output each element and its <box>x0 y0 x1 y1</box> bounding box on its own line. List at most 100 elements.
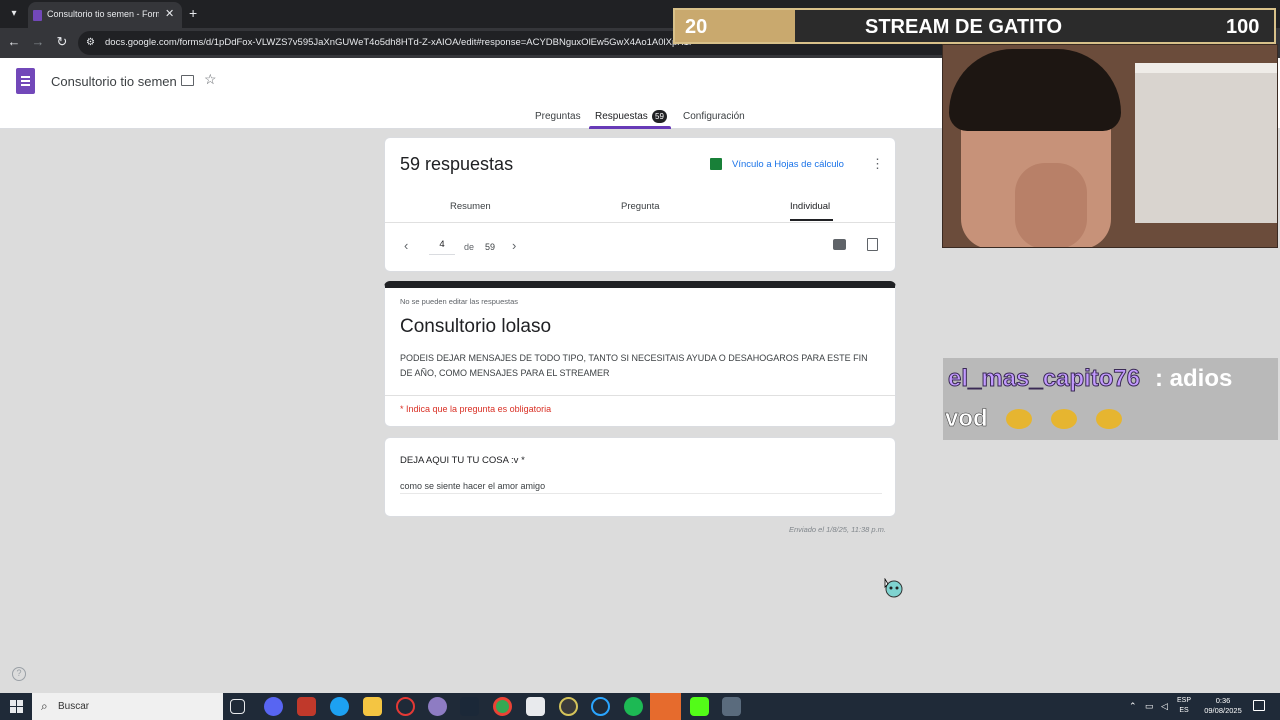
back-arrow-icon[interactable]: ← <box>6 34 22 50</box>
app-icon[interactable] <box>297 697 316 716</box>
language-code: ESP <box>1177 697 1192 704</box>
windows-logo-square <box>17 700 23 706</box>
question-label: DEJA AQUI TU TU COSA :v * <box>400 455 525 466</box>
calculator-icon[interactable] <box>722 697 741 716</box>
logo-line <box>21 84 30 86</box>
taskbar-search-box[interactable]: ⌕ Buscar <box>32 693 223 720</box>
streamer-hand <box>1015 163 1087 247</box>
responses-count-title: 59 respuestas <box>400 154 514 174</box>
tab-search-chevron-icon[interactable]: ▾ <box>6 6 22 22</box>
webcam-background-figures <box>1135 73 1277 223</box>
delete-trash-icon[interactable] <box>867 238 878 251</box>
search-placeholder: Buscar <box>58 701 90 712</box>
chat-message-text: vod <box>945 405 988 433</box>
active-app-icon[interactable] <box>650 693 681 720</box>
response-number-input[interactable]: 4 <box>429 239 455 255</box>
file-explorer-icon[interactable] <box>363 697 382 716</box>
required-note: * Indica que la pregunta es obligatoria <box>400 404 552 414</box>
form-description: PODEIS DEJAR MENSAJES DE TODO TIPO, TANT… <box>400 353 868 378</box>
browser-tab-active[interactable]: Consultorio tio semen - Formul ✕ <box>28 2 182 28</box>
move-to-folder-icon[interactable] <box>181 75 194 86</box>
previous-response-chevron-icon[interactable]: ‹ <box>404 238 408 253</box>
tray-chevron-up-icon[interactable]: ⌃ <box>1129 701 1137 712</box>
goal-current-value: 20 <box>685 16 708 38</box>
site-info-icon[interactable]: ⚙ <box>86 37 98 49</box>
windows-logo-square <box>10 707 16 713</box>
next-response-chevron-icon[interactable]: › <box>512 238 516 253</box>
windows-start-icon[interactable] <box>10 700 23 713</box>
tab-configuracion[interactable]: Configuración <box>683 111 745 122</box>
tab-preguntas[interactable]: Preguntas <box>535 111 581 122</box>
subtab-pregunta[interactable]: Pregunta <box>621 201 660 212</box>
streamer-hair <box>949 49 1121 131</box>
tab-close-icon[interactable]: ✕ <box>165 7 174 20</box>
active-tab-indicator <box>589 126 671 129</box>
form-header-card: No se pueden editar las respuestas Consu… <box>384 281 896 427</box>
app-icon[interactable] <box>526 697 545 716</box>
language-indicator[interactable]: ESP ES <box>1177 696 1191 716</box>
emote-icon <box>1095 409 1122 429</box>
divider <box>385 222 895 223</box>
spotify-icon[interactable] <box>624 697 643 716</box>
keyboard-layout: ES <box>1179 707 1189 714</box>
app-icon[interactable] <box>428 697 447 716</box>
discord-icon[interactable] <box>264 697 283 716</box>
app-icon[interactable] <box>559 697 578 716</box>
pager-total: 59 <box>485 242 496 252</box>
emote-icon <box>1051 409 1078 429</box>
google-sheets-icon[interactable] <box>710 158 722 170</box>
network-icon[interactable]: ▭ <box>1145 701 1154 712</box>
document-title[interactable]: Consultorio tio semen <box>51 74 177 89</box>
app-icon[interactable] <box>591 697 610 716</box>
responses-summary-card: 59 respuestas Vínculo a Hojas de cálculo… <box>384 137 896 272</box>
help-icon[interactable]: ? <box>12 667 26 681</box>
steam-icon[interactable] <box>460 697 479 716</box>
emote-icon <box>1006 409 1033 429</box>
chat-overlay: el_mas_capito76 : adios vod <box>943 358 1278 440</box>
tab-respuestas[interactable]: Respuestas <box>595 111 648 122</box>
star-icon[interactable]: ☆ <box>204 71 217 88</box>
clock-date: 09/08/2025 <box>1204 706 1242 715</box>
clock-time: 0:36 <box>1215 696 1231 705</box>
kick-icon[interactable] <box>690 697 709 716</box>
search-icon: ⌕ <box>41 699 48 713</box>
edge-icon[interactable] <box>330 697 349 716</box>
print-icon[interactable] <box>833 239 846 250</box>
reload-icon[interactable]: ↻ <box>54 34 70 50</box>
goal-title: STREAM DE GATITO <box>865 16 1063 38</box>
chat-username: el_mas_capito76 <box>947 365 1141 393</box>
chat-message-first-line: : adios <box>1155 365 1232 393</box>
cannot-edit-notice: No se pueden editar las respuestas <box>400 297 518 306</box>
task-view-icon[interactable] <box>230 699 245 714</box>
submitted-timestamp: Enviado el 1/8/25, 11:38 p.m. <box>789 525 887 534</box>
windows-taskbar: ⌕ Buscar ⌃ ▭ ◁ ESP ES 0:36 09/08/2025 <box>0 693 1280 720</box>
opera-icon[interactable] <box>396 697 415 716</box>
subtab-resumen[interactable]: Resumen <box>450 201 491 212</box>
taskbar-clock[interactable]: 0:36 09/08/2025 <box>1203 696 1243 716</box>
notifications-icon[interactable] <box>1253 700 1265 711</box>
cursor-icon <box>884 578 903 598</box>
forward-arrow-icon[interactable]: → <box>30 34 46 50</box>
google-forms-favicon-icon <box>33 10 42 21</box>
subtab-individual[interactable]: Individual <box>790 201 830 212</box>
form-title: Consultorio lolaso <box>400 316 552 337</box>
chrome-icon[interactable] <box>493 697 512 716</box>
question-card: DEJA AQUI TU TU COSA :v * como se siente… <box>384 437 896 517</box>
chat-first-word: adios <box>1169 365 1233 392</box>
link-to-sheets-button[interactable]: Vínculo a Hojas de cálculo <box>732 159 844 170</box>
stream-goal-bar: 20 STREAM DE GATITO 100 <box>673 8 1276 44</box>
volume-icon[interactable]: ◁ <box>1161 701 1168 712</box>
google-forms-logo-icon[interactable] <box>16 68 35 94</box>
chat-separator: : <box>1155 365 1163 392</box>
divider <box>385 395 895 396</box>
windows-logo-square <box>17 707 23 713</box>
chat-message: vod <box>945 405 1122 433</box>
goal-target-value: 100 <box>1226 16 1260 38</box>
pager-of-label: de <box>464 242 475 252</box>
responses-count-badge: 59 <box>652 110 667 123</box>
answer-text: como se siente hacer el amor amigo <box>400 481 546 491</box>
new-tab-button[interactable]: + <box>189 5 197 21</box>
more-options-icon[interactable]: ⋮ <box>871 156 884 172</box>
logo-line <box>21 80 30 82</box>
answer-underline <box>400 493 882 494</box>
